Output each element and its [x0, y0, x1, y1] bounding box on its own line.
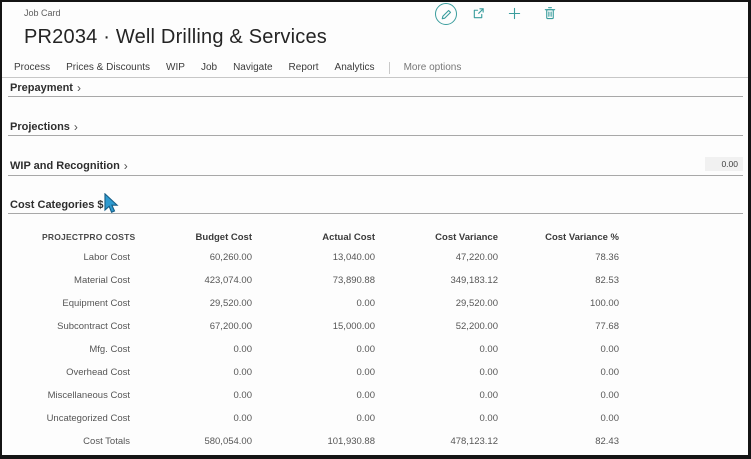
section-wip-recognition[interactable]: WIP and Recognition › 0.00 [8, 156, 743, 176]
cell-variance-pct: 78.36 [498, 252, 619, 263]
cell-actual: 73,890.88 [252, 275, 375, 286]
row-label: Equipment Cost [42, 298, 130, 309]
cell-actual: 0.00 [252, 390, 375, 401]
cell-variance: 0.00 [375, 390, 498, 401]
table-row-uncategorized: Uncategorized Cost 0.00 0.00 0.00 0.00 [42, 407, 619, 430]
section-cost-categories-label: Cost Categories $ [8, 199, 104, 211]
cell-variance-pct: 0.00 [498, 367, 619, 378]
table-row-labor: Labor Cost 60,260.00 13,040.00 47,220.00… [42, 246, 619, 269]
page-title: PR2034 · Well Drilling & Services [24, 26, 327, 49]
menu-more-options[interactable]: More options [396, 62, 470, 73]
cell-variance-pct: 82.43 [498, 436, 619, 447]
cell-budget: 0.00 [130, 413, 252, 424]
cell-variance-pct: 100.00 [498, 298, 619, 309]
job-card-window: Job Card PR2034 · Well Drilling & Servic… [0, 0, 751, 459]
section-prepayment-label: Prepayment [8, 82, 73, 94]
table-row-miscellaneous: Miscellaneous Cost 0.00 0.00 0.00 0.00 [42, 384, 619, 407]
row-label: Uncategorized Cost [42, 413, 130, 424]
cell-actual: 13,040.00 [252, 252, 375, 263]
cell-variance: 478,123.12 [375, 436, 498, 447]
share-icon [472, 7, 485, 20]
row-label: Overhead Cost [42, 367, 130, 378]
cell-variance: 0.00 [375, 344, 498, 355]
trash-icon [544, 6, 556, 20]
cell-budget: 60,260.00 [130, 252, 252, 263]
row-label: Miscellaneous Cost [42, 390, 130, 401]
cell-actual: 0.00 [252, 367, 375, 378]
cell-variance: 52,200.00 [375, 321, 498, 332]
cost-categories-table: PROJECTPRO COSTS Budget Cost Actual Cost… [42, 228, 619, 453]
delete-button[interactable] [544, 6, 556, 20]
section-cost-categories[interactable]: Cost Categories $ [8, 196, 743, 214]
section-projections-label: Projections [8, 121, 70, 133]
cell-actual: 0.00 [252, 413, 375, 424]
cell-actual: 15,000.00 [252, 321, 375, 332]
chevron-right-icon: › [77, 82, 81, 94]
table-row-cost-totals: Cost Totals 580,054.00 101,930.88 478,12… [42, 430, 619, 453]
share-button[interactable] [472, 7, 485, 20]
menu-analytics[interactable]: Analytics [327, 62, 383, 73]
menu-navigate[interactable]: Navigate [225, 62, 280, 73]
cell-actual: 0.00 [252, 298, 375, 309]
section-projections[interactable]: Projections › [8, 118, 743, 136]
chevron-right-icon: › [74, 121, 78, 133]
menu-process[interactable]: Process [6, 62, 58, 73]
menu-separator [389, 62, 390, 74]
section-prepayment[interactable]: Prepayment › [8, 79, 743, 97]
pencil-icon [441, 9, 452, 20]
menu-job[interactable]: Job [193, 62, 225, 73]
col-header-cost-variance-pct: Cost Variance % [498, 232, 619, 243]
command-bar: Process Prices & Discounts WIP Job Navig… [2, 58, 748, 78]
cell-budget: 580,054.00 [130, 436, 252, 447]
menu-wip[interactable]: WIP [158, 62, 193, 73]
col-header-actual-cost: Actual Cost [252, 232, 375, 243]
breadcrumb: Job Card [24, 8, 61, 18]
new-button[interactable] [508, 7, 521, 20]
menu-report[interactable]: Report [281, 62, 327, 73]
cell-variance-pct: 0.00 [498, 390, 619, 401]
cell-budget: 0.00 [130, 344, 252, 355]
cell-variance: 29,520.00 [375, 298, 498, 309]
row-label: Mfg. Cost [42, 344, 130, 355]
table-row-subcontract: Subcontract Cost 67,200.00 15,000.00 52,… [42, 315, 619, 338]
cell-variance: 0.00 [375, 367, 498, 378]
table-header-row: PROJECTPRO COSTS Budget Cost Actual Cost… [42, 228, 619, 246]
cell-budget: 0.00 [130, 390, 252, 401]
table-row-overhead: Overhead Cost 0.00 0.00 0.00 0.00 [42, 361, 619, 384]
col-header-budget-cost: Budget Cost [130, 232, 252, 243]
table-row-material: Material Cost 423,074.00 73,890.88 349,1… [42, 269, 619, 292]
cell-actual: 0.00 [252, 344, 375, 355]
cell-variance-pct: 0.00 [498, 344, 619, 355]
cell-budget: 423,074.00 [130, 275, 252, 286]
cell-budget: 67,200.00 [130, 321, 252, 332]
row-label: Material Cost [42, 275, 130, 286]
row-label: Subcontract Cost [42, 321, 130, 332]
cell-variance-pct: 82.53 [498, 275, 619, 286]
cell-variance: 349,183.12 [375, 275, 498, 286]
table-row-equipment: Equipment Cost 29,520.00 0.00 29,520.00 … [42, 292, 619, 315]
plus-icon [508, 7, 521, 20]
cell-actual: 101,930.88 [252, 436, 375, 447]
col-header-projectpro-costs: PROJECTPRO COSTS [42, 232, 130, 242]
edit-button[interactable] [435, 3, 457, 25]
row-label: Labor Cost [42, 252, 130, 263]
cell-budget: 29,520.00 [130, 298, 252, 309]
row-label: Cost Totals [42, 436, 130, 447]
cell-variance: 0.00 [375, 413, 498, 424]
cell-variance-pct: 0.00 [498, 413, 619, 424]
col-header-cost-variance: Cost Variance [375, 232, 498, 243]
menu-prices-discounts[interactable]: Prices & Discounts [58, 62, 158, 73]
cell-variance-pct: 77.68 [498, 321, 619, 332]
cell-variance: 47,220.00 [375, 252, 498, 263]
table-row-mfg: Mfg. Cost 0.00 0.00 0.00 0.00 [42, 338, 619, 361]
wip-total-field[interactable]: 0.00 [705, 157, 743, 171]
section-wip-label: WIP and Recognition [8, 160, 120, 172]
cell-budget: 0.00 [130, 367, 252, 378]
chevron-right-icon: › [124, 160, 128, 172]
